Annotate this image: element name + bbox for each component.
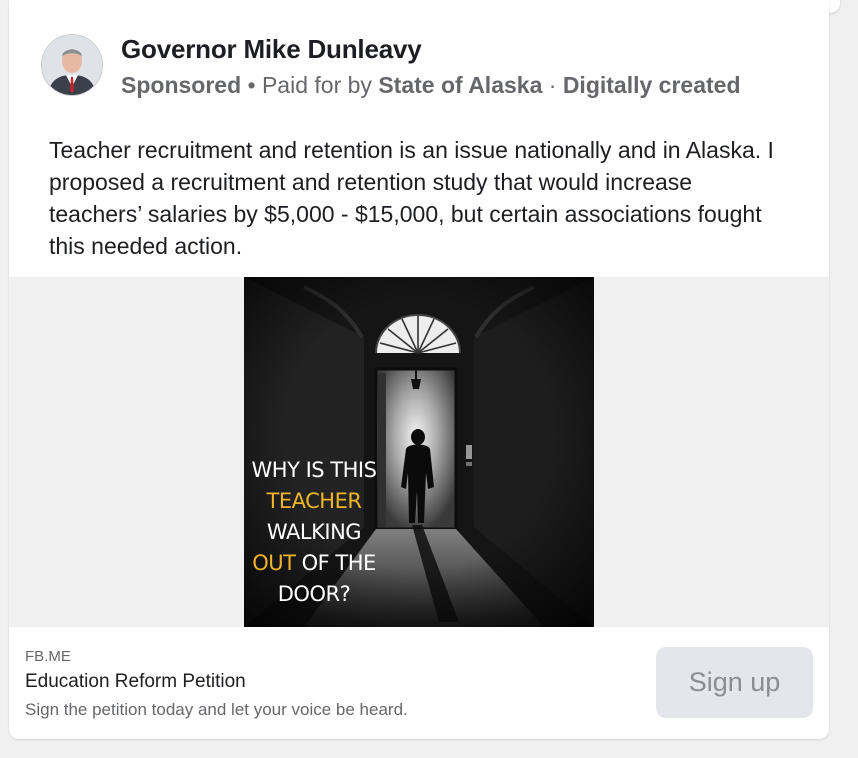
meta-separator: · (548, 72, 557, 98)
paid-for-prefix: Paid for by (261, 72, 372, 98)
governor-portrait-icon (42, 35, 102, 95)
overlay-line-1: WHY IS THIS (251, 458, 377, 482)
post-text: Teacher recruitment and retention is an … (49, 137, 774, 259)
link-description: Sign the petition today and let your voi… (25, 700, 408, 719)
author-avatar[interactable] (41, 34, 103, 96)
link-preview-bar[interactable]: FB.ME Education Reform Petition Sign the… (9, 627, 829, 739)
author-name[interactable]: Governor Mike Dunleavy (121, 34, 422, 65)
payer-name[interactable]: State of Alaska (378, 72, 542, 98)
digitally-created-label[interactable]: Digitally created (563, 72, 741, 98)
overlay-line-4: OUT OF THE (244, 548, 384, 579)
overlay-line-3: WALKING (266, 520, 362, 544)
link-domain: FB.ME (25, 648, 71, 665)
post-meta: Sponsored • Paid for by State of Alaska … (121, 72, 741, 99)
sign-up-button[interactable]: Sign up (656, 647, 813, 718)
overlay-of-the: OF THE (301, 551, 377, 575)
link-title[interactable]: Education Reform Petition (25, 671, 246, 693)
meta-bullet: • (247, 72, 256, 98)
overlay-out-word: OUT (252, 551, 296, 575)
ad-media[interactable]: WHY IS THIS TEACHER WALKING OUT OF THE D… (9, 277, 829, 627)
ad-image[interactable]: WHY IS THIS TEACHER WALKING OUT OF THE D… (244, 277, 594, 627)
sponsored-post-card: Governor Mike Dunleavy Sponsored • Paid … (9, 0, 829, 739)
sponsored-label[interactable]: Sponsored (121, 72, 241, 98)
overlay-line-5: DOOR? (277, 582, 351, 606)
ad-image-overlay-text: WHY IS THIS TEACHER WALKING OUT OF THE D… (244, 455, 384, 610)
overlay-line-2: TEACHER (266, 489, 362, 513)
